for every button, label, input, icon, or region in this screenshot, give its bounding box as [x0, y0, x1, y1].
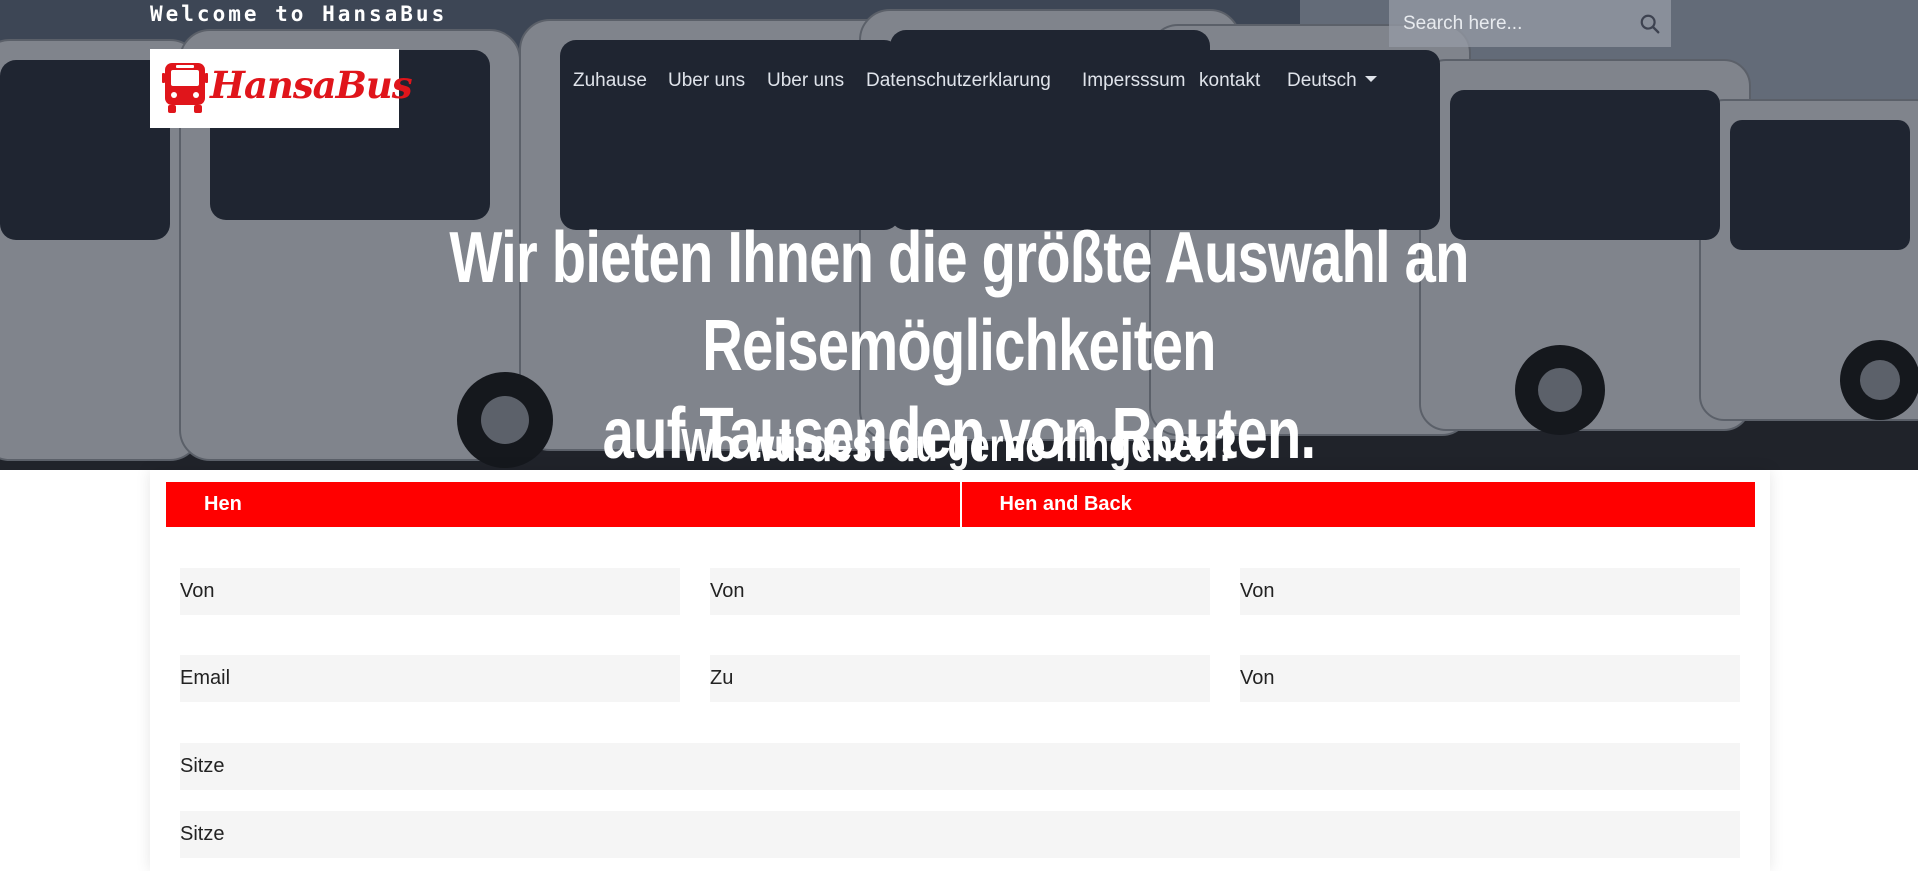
hero-headline-line1: Wir bieten Ihnen die größte Auswahl an R…	[449, 218, 1469, 386]
nav-item-datenschutz[interactable]: Datenschutzerklarung	[866, 70, 1051, 92]
from-field-3[interactable]: Von	[1240, 568, 1740, 615]
chevron-down-icon	[1364, 76, 1377, 82]
nav-item-impressum[interactable]: Impersssum	[1082, 70, 1185, 92]
search-icon[interactable]	[1639, 13, 1661, 35]
seats-field-1[interactable]: Sitze	[180, 743, 1740, 790]
search-input[interactable]	[1389, 0, 1629, 47]
seats-field-2[interactable]: Sitze	[180, 811, 1740, 858]
bus-icon	[162, 63, 208, 113]
booking-tabs: Hen Hen and Back	[166, 482, 1755, 527]
from-field-1[interactable]: Von	[180, 568, 680, 615]
nav-item-uber-uns[interactable]: Uber uns	[668, 70, 745, 92]
hero-subheadline: Wo würdest du gerne hingehen?	[681, 419, 1237, 471]
logo-text: HansaBus	[210, 63, 413, 107]
tab-one-way[interactable]: Hen	[166, 482, 960, 527]
tab-round-trip[interactable]: Hen and Back	[959, 482, 1755, 527]
logo[interactable]: HansaBus	[150, 49, 413, 128]
email-field[interactable]: Email	[180, 655, 680, 702]
search-box[interactable]	[1389, 0, 1671, 47]
from-field-2[interactable]: Von	[710, 568, 1210, 615]
booking-card: Hen Hen and Back Von Von Von Email Zu Vo…	[150, 470, 1770, 871]
language-label: Deutsch	[1287, 70, 1357, 91]
nav-item-uber-uns-2[interactable]: Uber uns	[767, 70, 844, 92]
to-field[interactable]: Zu	[710, 655, 1210, 702]
nav-item-language[interactable]: Deutsch	[1287, 70, 1377, 92]
nav-item-kontakt[interactable]: kontakt	[1199, 70, 1260, 92]
from-field-4[interactable]: Von	[1240, 655, 1740, 702]
welcome-text: Welcome to HansaBus	[150, 2, 448, 26]
nav-item-zuhause[interactable]: Zuhause	[573, 70, 647, 92]
